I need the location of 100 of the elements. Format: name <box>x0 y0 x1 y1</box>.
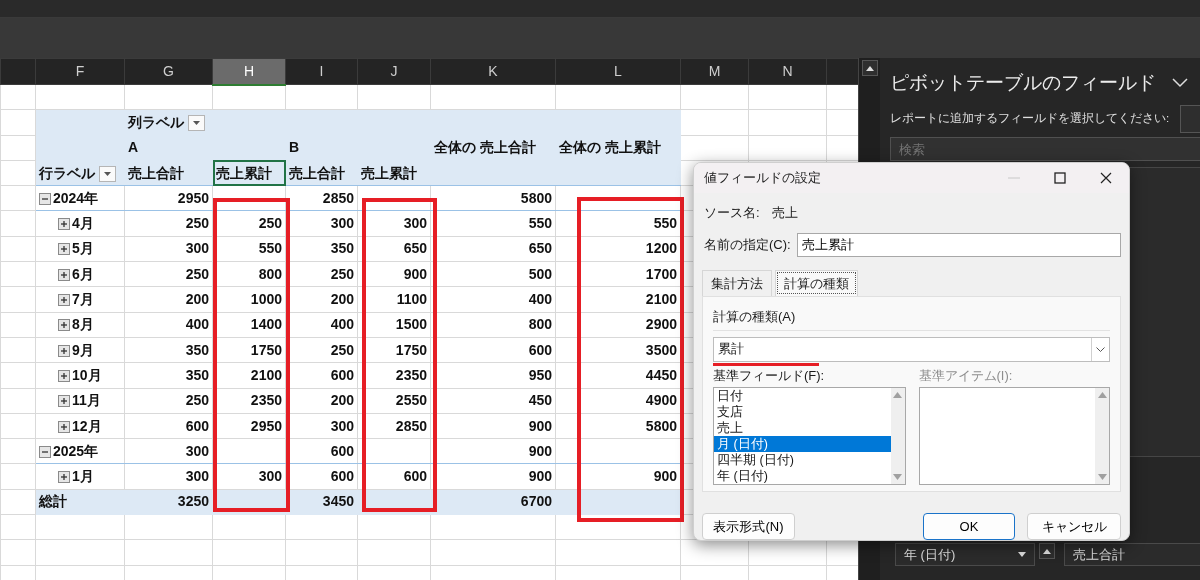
up-arrow-icon <box>1043 548 1051 554</box>
expand-icon[interactable] <box>58 471 70 484</box>
table-cell: 900 <box>357 261 431 287</box>
table-cell: 300 <box>124 438 213 464</box>
row-label: 6月 <box>72 265 94 282</box>
column-header[interactable]: K <box>430 58 556 85</box>
table-cell: 400 <box>430 286 556 313</box>
table-cell: 450 <box>430 388 556 414</box>
collapse-icon[interactable] <box>39 445 51 458</box>
panel-title: ピボットテーブルのフィールド <box>890 70 1156 95</box>
table-cell: 600 <box>124 413 213 439</box>
expand-icon[interactable] <box>58 294 70 306</box>
table-cell: 300 <box>124 463 213 490</box>
row-label: 4月 <box>72 215 94 232</box>
row-label: 2025年 <box>53 442 99 459</box>
column-header[interactable]: N <box>748 58 827 85</box>
table-cell: 1100 <box>357 286 431 313</box>
table-cell: 650 <box>357 236 431 262</box>
table-cell: 250 <box>124 211 213 237</box>
chevron-down-icon <box>1096 346 1105 352</box>
dialog-button[interactable]: OK <box>923 513 1015 540</box>
filter-button[interactable] <box>99 165 116 182</box>
dialog-tab[interactable]: 集計方法 <box>702 269 772 296</box>
measure-header[interactable]: 売上合計 <box>124 160 213 186</box>
list-label: 基準アイテム(I): <box>918 366 1014 385</box>
table-cell: 350 <box>124 362 213 389</box>
chevron-down-icon[interactable] <box>1172 78 1188 88</box>
scroll-up-button[interactable] <box>861 60 878 76</box>
calc-type-label: 計算の種類(A) <box>713 308 797 326</box>
row-label: 10月 <box>72 366 102 383</box>
value-field-item[interactable]: 売上合計 <box>1064 543 1200 566</box>
table-cell: 2950 <box>124 185 213 211</box>
expand-icon[interactable] <box>58 420 70 433</box>
list-box[interactable]: 日付 支店 売上 月 (日付) 四半期 (日付) 年 (日付) <box>713 387 906 485</box>
maximize-icon <box>1054 172 1066 184</box>
expand-icon[interactable] <box>58 395 70 408</box>
row-label-header: 行ラベル <box>39 164 95 181</box>
table-cell: 5800 <box>430 185 556 211</box>
list-item[interactable]: 売上 <box>714 420 891 436</box>
expand-icon[interactable] <box>58 369 70 382</box>
filter-button[interactable] <box>188 115 205 132</box>
expand-icon[interactable] <box>58 344 70 357</box>
column-header[interactable]: G <box>124 58 213 85</box>
table-cell: 950 <box>430 362 556 389</box>
search-field[interactable]: 検索 <box>890 137 1200 161</box>
table-cell: 600 <box>357 463 431 490</box>
table-cell: 2550 <box>357 388 431 414</box>
table-cell: 250 <box>124 388 213 414</box>
name-label: 名前の指定(C): <box>704 235 791 254</box>
table-cell: 250 <box>124 261 213 287</box>
expand-icon[interactable] <box>58 319 70 332</box>
row-label: 12月 <box>72 417 102 434</box>
scroll-up-button[interactable] <box>1039 543 1055 559</box>
column-header[interactable]: L <box>555 58 681 85</box>
list-label: 基準フィールド(F): <box>713 366 826 385</box>
table-cell: 800 <box>430 312 556 338</box>
expand-icon[interactable] <box>58 243 70 256</box>
dialog-button[interactable]: キャンセル <box>1027 513 1121 540</box>
column-header[interactable]: J <box>357 58 431 85</box>
column-header[interactable]: H <box>212 58 286 85</box>
row-label: 7月 <box>72 291 94 307</box>
collapse-icon[interactable] <box>39 192 51 205</box>
dialog-title: 値フィールドの設定 <box>704 169 821 188</box>
expand-icon[interactable] <box>58 268 70 281</box>
close-icon <box>1100 172 1112 184</box>
source-label: ソース名: <box>704 204 760 222</box>
table-cell: 1750 <box>357 337 431 363</box>
dropdown-arrow-icon <box>1018 552 1026 557</box>
table-cell: 500 <box>430 261 556 287</box>
column-header[interactable]: F <box>35 58 125 85</box>
list-item[interactable]: 年 (日付) <box>714 468 891 484</box>
measure-header[interactable]: 売上累計 <box>212 160 286 186</box>
list-item[interactable]: 四半期 (日付) <box>714 452 891 468</box>
dropdown-arrow-icon <box>104 171 111 176</box>
table-cell: 1500 <box>357 312 431 338</box>
row-label: 9月 <box>72 341 94 358</box>
row-field-dropdown[interactable]: 年 (日付) <box>895 543 1035 566</box>
name-field[interactable]: 売上累計 <box>796 232 1121 257</box>
list-item[interactable]: 日付 <box>714 388 891 404</box>
row-label: 2024年 <box>53 189 99 206</box>
table-cell: 2850 <box>357 413 431 439</box>
source-value: 売上 <box>771 204 798 222</box>
table-cell: 900 <box>430 463 556 490</box>
table-cell: 2350 <box>357 362 431 389</box>
list-item[interactable]: 月 (日付) <box>714 436 891 452</box>
column-header-cell: 全体の 売上累計 <box>555 135 681 161</box>
table-cell: 400 <box>124 312 213 338</box>
list-item[interactable]: 支店 <box>714 404 891 420</box>
up-arrow-icon <box>865 65 874 71</box>
column-label-header: 列ラベル <box>128 113 184 130</box>
table-cell: 650 <box>430 236 556 262</box>
dialog-tab[interactable]: 計算の種類 <box>775 269 858 296</box>
row-label: 8月 <box>72 316 94 333</box>
column-header[interactable]: M <box>680 58 749 85</box>
row-label: 11月 <box>72 392 101 409</box>
dialog-button[interactable]: 表示形式(N) <box>702 513 795 540</box>
table-cell: 3250 <box>124 489 213 515</box>
row-label: 総計 <box>39 493 67 510</box>
column-header[interactable]: I <box>285 58 358 85</box>
expand-icon[interactable] <box>58 218 70 231</box>
